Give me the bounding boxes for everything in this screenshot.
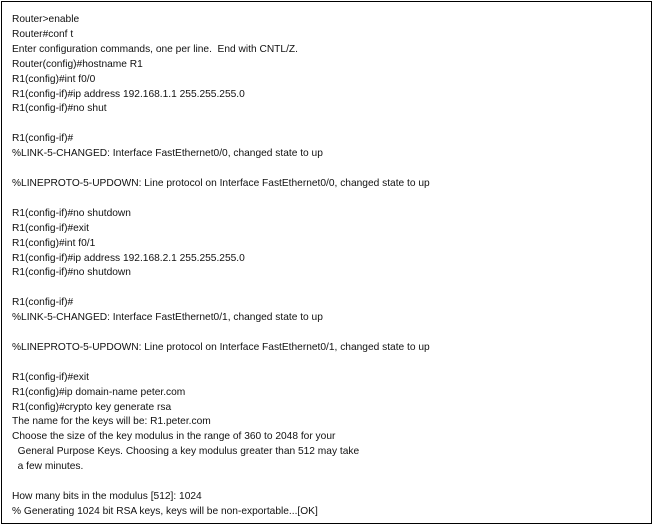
terminal-line: R1(config-if)#exit	[12, 222, 89, 234]
terminal-line: How many bits in the modulus [512]: 1024	[12, 491, 202, 502]
terminal-line: Router>enable	[12, 14, 80, 25]
terminal-line: Enter configuration commands, one per li…	[12, 43, 298, 55]
terminal-line: Choose the size of the key modulus in th…	[12, 431, 336, 443]
terminal-line: R1(config)#int f0/1	[12, 237, 96, 249]
terminal-line: a few minutes.	[12, 461, 84, 473]
terminal-line: Router#conf t	[12, 28, 74, 40]
terminal-line: R1(config-if)#ip address 192.168.1.1 255…	[12, 88, 245, 100]
terminal-line: %LINEPROTO-5-UPDOWN: Line protocol on In…	[12, 341, 430, 353]
terminal-line: % Generating 1024 bit RSA keys, keys wil…	[12, 505, 318, 517]
terminal-line: R1(config)#crypto key generate rsa	[12, 401, 172, 413]
terminal-line: R1(config)#int f0/0	[12, 73, 96, 85]
terminal-line: R1(config-if)#	[12, 133, 74, 145]
terminal-window[interactable]: Router>enable Router#conf t Enter config…	[1, 1, 652, 524]
terminal-line: General Purpose Keys. Choosing a key mod…	[12, 446, 360, 458]
terminal-line: R1(config-if)#ip address 192.168.2.1 255…	[12, 252, 245, 264]
terminal-line: R1(config-if)#no shut	[12, 103, 107, 115]
terminal-line: %LINK-5-CHANGED: Interface FastEthernet0…	[12, 148, 323, 160]
terminal-line: R1(config-if)#no shutdown	[12, 207, 131, 219]
terminal-line: Router(config)#hostname R1	[12, 58, 143, 70]
terminal-line: R1(config-if)#exit	[12, 371, 89, 383]
terminal-line: R1(config-if)#	[12, 297, 74, 309]
terminal-output[interactable]: Router>enable Router#conf t Enter config…	[12, 13, 430, 520]
terminal-line: %LINK-5-CHANGED: Interface FastEthernet0…	[12, 312, 323, 324]
terminal-line: R1(config)#ip domain-name peter.com	[12, 386, 186, 398]
terminal-line: %LINEPROTO-5-UPDOWN: Line protocol on In…	[12, 177, 430, 189]
terminal-line: R1(config-if)#no shutdown	[12, 267, 131, 279]
terminal-line: The name for the keys will be: R1.peter.…	[12, 416, 211, 428]
